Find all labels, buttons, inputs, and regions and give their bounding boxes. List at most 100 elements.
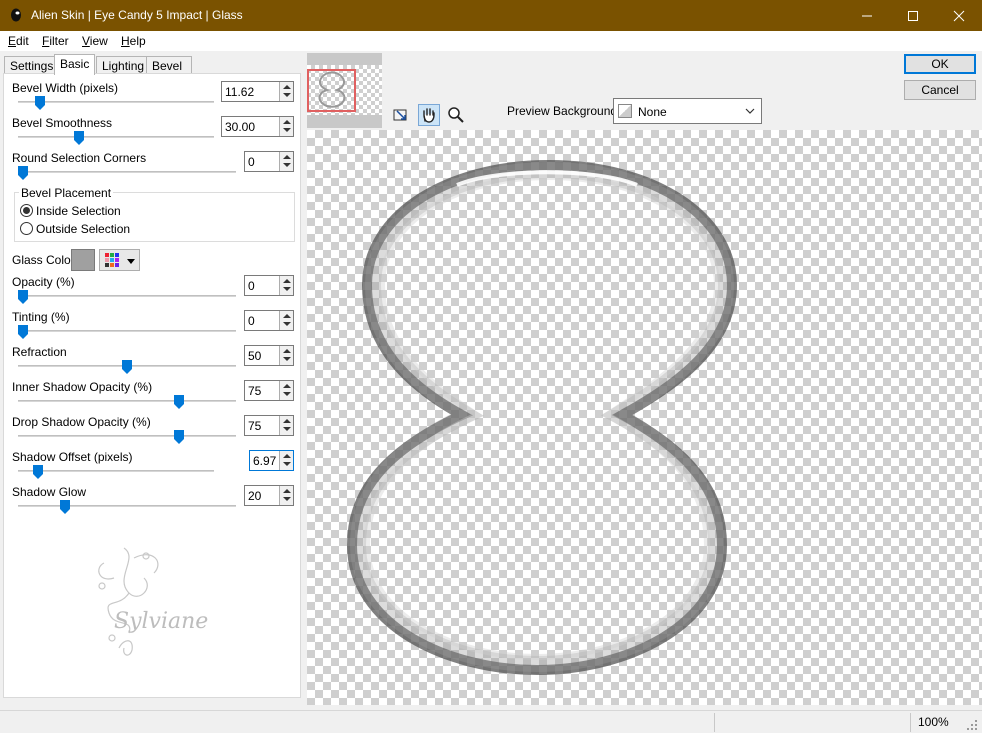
- shadow-glow-value: 20: [248, 489, 262, 503]
- close-icon: [953, 10, 965, 22]
- spin-up-icon[interactable]: [283, 419, 291, 423]
- spin-up-icon[interactable]: [283, 155, 291, 159]
- opacity-value: 0: [248, 279, 255, 293]
- shadow-glow-slider-thumb[interactable]: [59, 500, 70, 514]
- spin-down-icon[interactable]: [283, 497, 291, 501]
- navigate-tool-button[interactable]: [390, 104, 412, 126]
- inner-shadow-spinner[interactable]: [279, 381, 293, 400]
- outside-selection-radio[interactable]: [20, 222, 33, 235]
- drop-shadow-field[interactable]: 75: [244, 415, 294, 436]
- tab-basic[interactable]: Basic: [54, 54, 96, 75]
- menu-edit[interactable]: Edit: [8, 34, 29, 48]
- round-corners-spinner[interactable]: [279, 152, 293, 171]
- opacity-field[interactable]: 0: [244, 275, 294, 296]
- bevel-smoothness-spinner[interactable]: [279, 117, 293, 136]
- spin-down-icon[interactable]: [283, 392, 291, 396]
- inner-shadow-label: Inner Shadow Opacity (%): [12, 380, 153, 394]
- spin-down-icon[interactable]: [283, 287, 291, 291]
- color-palette-button[interactable]: [99, 249, 140, 271]
- refraction-field[interactable]: 50: [244, 345, 294, 366]
- spin-up-icon[interactable]: [283, 349, 291, 353]
- drop-shadow-slider[interactable]: [18, 435, 236, 437]
- spin-up-icon[interactable]: [283, 454, 291, 458]
- outside-selection-label[interactable]: Outside Selection: [36, 222, 130, 236]
- spin-down-icon[interactable]: [283, 357, 291, 361]
- refraction-slider-thumb[interactable]: [122, 360, 132, 374]
- bevel-width-spinner[interactable]: [279, 82, 293, 101]
- preview-thumbnail[interactable]: [307, 53, 382, 128]
- tinting-slider-thumb[interactable]: [18, 325, 28, 339]
- status-separator: [714, 713, 715, 732]
- preview-background-label: Preview Background:: [507, 104, 621, 118]
- shadow-offset-slider[interactable]: [18, 470, 214, 472]
- spin-down-icon[interactable]: [283, 462, 291, 466]
- minimize-button[interactable]: [844, 0, 890, 31]
- shadow-glow-slider[interactable]: [18, 505, 236, 507]
- tab-settings[interactable]: Settings: [4, 56, 60, 74]
- shadow-glow-field[interactable]: 20: [244, 485, 294, 506]
- status-bar: 100%: [0, 710, 982, 733]
- tinting-value: 0: [248, 314, 255, 328]
- preview-background-dropdown[interactable]: None: [613, 98, 762, 124]
- shadow-offset-field[interactable]: 6.97: [249, 450, 294, 471]
- spin-up-icon[interactable]: [283, 85, 291, 89]
- resize-grip-icon: [967, 720, 977, 730]
- menu-view[interactable]: View: [82, 34, 108, 48]
- tinting-field[interactable]: 0: [244, 310, 294, 331]
- window-title: Alien Skin | Eye Candy 5 Impact | Glass: [31, 8, 243, 22]
- opacity-spinner[interactable]: [279, 276, 293, 295]
- shadow-offset-slider-thumb[interactable]: [32, 465, 43, 479]
- opacity-slider-thumb[interactable]: [18, 290, 28, 304]
- bevel-width-slider[interactable]: [18, 101, 214, 103]
- spin-down-icon[interactable]: [283, 93, 291, 97]
- bevel-smoothness-field[interactable]: 30.00: [221, 116, 294, 137]
- tinting-spinner[interactable]: [279, 311, 293, 330]
- spin-up-icon[interactable]: [283, 120, 291, 124]
- shadow-glow-spinner[interactable]: [279, 486, 293, 505]
- dropdown-arrow-icon: [127, 259, 135, 264]
- inside-selection-radio[interactable]: [20, 204, 33, 217]
- zoom-level: 100%: [918, 715, 949, 729]
- tinting-slider[interactable]: [18, 330, 236, 332]
- spin-down-icon[interactable]: [283, 163, 291, 167]
- inner-shadow-field[interactable]: 75: [244, 380, 294, 401]
- ok-button[interactable]: OK: [904, 54, 976, 74]
- bevel-width-value: 11.62: [225, 85, 255, 99]
- spin-down-icon[interactable]: [283, 427, 291, 431]
- inner-shadow-slider[interactable]: [18, 400, 236, 402]
- cancel-button[interactable]: Cancel: [904, 80, 976, 100]
- drop-shadow-spinner[interactable]: [279, 416, 293, 435]
- zoom-tool-button[interactable]: [445, 104, 467, 126]
- bevel-smoothness-slider[interactable]: [18, 136, 214, 138]
- spin-up-icon[interactable]: [283, 384, 291, 388]
- glass-color-swatch[interactable]: [71, 249, 95, 271]
- inner-shadow-slider-thumb[interactable]: [174, 395, 184, 409]
- round-corners-slider-thumb[interactable]: [18, 166, 28, 180]
- round-corners-field[interactable]: 0: [244, 151, 294, 172]
- shadow-offset-spinner[interactable]: [279, 451, 293, 470]
- spin-up-icon[interactable]: [283, 279, 291, 283]
- bevel-width-field[interactable]: 11.62: [221, 81, 294, 102]
- menu-filter[interactable]: Filter: [42, 34, 69, 48]
- hand-tool-button[interactable]: [418, 104, 440, 126]
- drop-shadow-slider-thumb[interactable]: [174, 430, 184, 444]
- inside-selection-label[interactable]: Inside Selection: [36, 204, 121, 218]
- tab-lighting[interactable]: Lighting: [96, 56, 151, 74]
- close-button[interactable]: [936, 0, 982, 31]
- spin-up-icon[interactable]: [283, 314, 291, 318]
- spin-down-icon[interactable]: [283, 128, 291, 132]
- menu-help[interactable]: Help: [121, 34, 146, 48]
- alien-skin-icon: [11, 8, 21, 22]
- preview-canvas[interactable]: [307, 130, 982, 705]
- opacity-slider[interactable]: [18, 295, 236, 297]
- bevel-width-label: Bevel Width (pixels): [12, 81, 119, 95]
- maximize-icon: [908, 10, 918, 21]
- tab-bevel-profile[interactable]: Bevel Profile: [146, 56, 193, 87]
- spin-down-icon[interactable]: [283, 322, 291, 326]
- round-corners-slider[interactable]: [18, 171, 236, 173]
- refraction-spinner[interactable]: [279, 346, 293, 365]
- maximize-button[interactable]: [890, 0, 936, 31]
- spin-up-icon[interactable]: [283, 489, 291, 493]
- bevel-width-slider-thumb[interactable]: [34, 96, 45, 110]
- bevel-smoothness-slider-thumb[interactable]: [73, 131, 84, 145]
